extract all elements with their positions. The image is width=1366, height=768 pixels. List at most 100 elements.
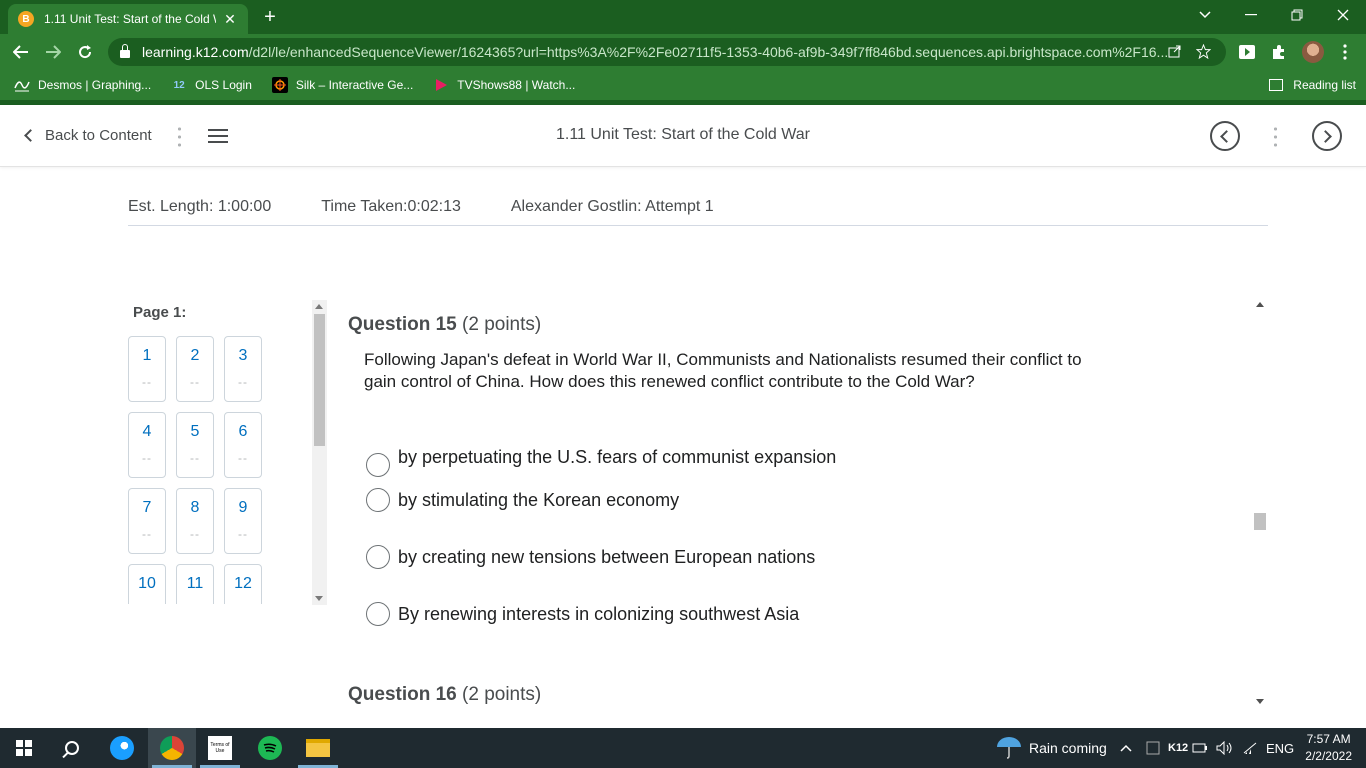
browser-menu-icon[interactable] <box>1334 41 1356 63</box>
taskbar-file-explorer[interactable] <box>294 728 342 768</box>
question-status: -- <box>142 527 152 541</box>
question-number: 2 <box>190 347 200 364</box>
start-button[interactable] <box>0 728 48 768</box>
reading-list-label: Reading list <box>1293 78 1356 92</box>
answer-option-4[interactable]: By renewing interests in colonizing sout… <box>366 602 799 626</box>
navigator-scrollbar[interactable] <box>312 300 327 605</box>
bookmark-label: OLS Login <box>195 78 252 92</box>
radio-button[interactable] <box>366 602 390 626</box>
question-nav-6[interactable]: 6 -- <box>224 412 262 478</box>
language-indicator[interactable]: ENG <box>1266 728 1294 768</box>
question-points: (2 points) <box>462 684 542 705</box>
scroll-down-arrow-icon[interactable] <box>1256 699 1264 704</box>
brightspace-favicon-icon: B <box>18 11 34 27</box>
address-bar-row: learning.k12.com/d2l/le/enhancedSequence… <box>0 34 1366 70</box>
tray-chevron-up-icon[interactable] <box>1120 728 1132 768</box>
scroll-down-arrow-icon[interactable] <box>315 596 323 601</box>
restore-icon[interactable] <box>1274 0 1320 30</box>
bookmark-tvshows88[interactable]: TVShows88 | Watch... <box>433 77 575 93</box>
question-nav-7[interactable]: 7 -- <box>128 488 166 554</box>
answer-label: by stimulating the Korean economy <box>398 489 680 510</box>
question-number: 9 <box>238 499 248 516</box>
battery-icon[interactable] <box>1192 728 1208 768</box>
question-nav-9[interactable]: 9 -- <box>224 488 262 554</box>
back-arrow-icon[interactable] <box>8 40 34 64</box>
radio-button[interactable] <box>366 488 390 512</box>
answer-option-3[interactable]: by creating new tensions between Europea… <box>366 545 815 569</box>
answer-option-1[interactable]: by perpetuating the U.S. fears of commun… <box>366 446 837 477</box>
reading-list-button[interactable]: Reading list <box>1269 70 1356 100</box>
forward-arrow-icon[interactable] <box>40 40 66 64</box>
reload-icon[interactable] <box>72 40 98 64</box>
next-topic-button[interactable] <box>1312 121 1342 151</box>
taskbar-chrome[interactable] <box>148 728 196 768</box>
question-nav-3[interactable]: 3 -- <box>224 336 262 402</box>
answer-label: by perpetuating the U.S. fears of commun… <box>398 446 837 467</box>
question-nav-4[interactable]: 4 -- <box>128 412 166 478</box>
system-clock[interactable]: 7:57 AM 2/2/2022 <box>1305 731 1352 765</box>
chrome-icon <box>160 736 184 760</box>
taskbar-search-button[interactable] <box>48 728 96 768</box>
answer-label: By renewing interests in colonizing sout… <box>398 603 800 624</box>
bookmark-label: Silk – Interactive Ge... <box>295 78 414 92</box>
volume-icon[interactable] <box>1216 728 1234 768</box>
bookmark-desmos[interactable]: Desmos | Graphing... <box>14 77 151 93</box>
clock-time: 7:57 AM <box>1306 732 1351 746</box>
minimize-icon[interactable] <box>1228 0 1274 30</box>
terms-of-use-icon: Terms of Use <box>208 736 232 760</box>
question-status: -- <box>142 375 152 389</box>
scrollbar-thumb[interactable] <box>314 314 325 446</box>
header-separator <box>1274 125 1277 149</box>
question-status: -- <box>225 603 261 604</box>
question-nav-11[interactable]: 11 -- <box>176 564 214 604</box>
question-status: -- <box>238 375 248 389</box>
radio-button[interactable] <box>366 545 390 569</box>
question-number: 11 <box>186 575 204 592</box>
profile-avatar[interactable] <box>1302 41 1324 63</box>
taskbar-steam[interactable] <box>98 728 146 768</box>
url-input[interactable]: learning.k12.com/d2l/le/enhancedSequence… <box>108 38 1226 66</box>
share-icon[interactable] <box>1168 44 1182 62</box>
tab-search-icon[interactable] <box>1182 0 1228 30</box>
k12-icon: 12 <box>173 79 185 91</box>
previous-topic-button[interactable] <box>1210 121 1240 151</box>
wifi-icon[interactable] <box>1242 728 1258 768</box>
content-scrollbar[interactable] <box>1252 298 1268 708</box>
question-nav-8[interactable]: 8 -- <box>176 488 214 554</box>
question-number: 8 <box>190 499 200 516</box>
weather-widget[interactable]: Rain coming <box>996 728 1107 768</box>
extensions-puzzle-icon[interactable] <box>1268 41 1290 63</box>
question-nav-5[interactable]: 5 -- <box>176 412 214 478</box>
window-close-icon[interactable] <box>1320 0 1366 30</box>
question-nav-1[interactable]: 1 -- <box>128 336 166 402</box>
quiz-info-bar: Est. Length: 1:00:00 Time Taken:0:02:13 … <box>128 198 1268 226</box>
k12-tray-icon[interactable]: K12 <box>1168 728 1188 768</box>
taskbar-terms-of-use[interactable]: Terms of Use <box>196 728 244 768</box>
question-status: -- <box>190 451 200 465</box>
question-number: 12 <box>234 575 252 592</box>
taskbar-spotify[interactable] <box>246 728 294 768</box>
bookmark-ols-login[interactable]: 12 OLS Login <box>171 77 252 93</box>
question-nav-12[interactable]: 12 -- <box>224 564 262 604</box>
omnibox-actions <box>1168 43 1352 62</box>
answer-option-2[interactable]: by stimulating the Korean economy <box>366 488 679 512</box>
scroll-up-arrow-icon[interactable] <box>315 304 323 309</box>
question-number: 3 <box>238 347 248 364</box>
page-label: Page 1: <box>133 304 187 321</box>
question-number: 7 <box>142 499 152 516</box>
est-length: Est. Length: 1:00:00 <box>128 198 272 215</box>
question-nav-2[interactable]: 2 -- <box>176 336 214 402</box>
tray-app-icon[interactable] <box>1146 728 1160 768</box>
scrollbar-thumb[interactable] <box>1254 513 1266 530</box>
extension-play-icon[interactable] <box>1236 41 1258 63</box>
scroll-up-arrow-icon[interactable] <box>1256 302 1264 307</box>
new-tab-button[interactable]: + <box>258 5 282 29</box>
radio-button[interactable] <box>366 453 390 477</box>
browser-tab[interactable]: B 1.11 Unit Test: Start of the Cold W ✕ <box>8 4 248 34</box>
desmos-icon <box>14 77 30 93</box>
question-nav-10[interactable]: 10 -- <box>128 564 166 604</box>
bookmark-silk[interactable]: Silk – Interactive Ge... <box>271 77 414 93</box>
question-number: 1 <box>142 347 152 364</box>
bookmark-star-icon[interactable] <box>1195 43 1212 62</box>
tab-close-icon[interactable]: ✕ <box>222 11 238 28</box>
